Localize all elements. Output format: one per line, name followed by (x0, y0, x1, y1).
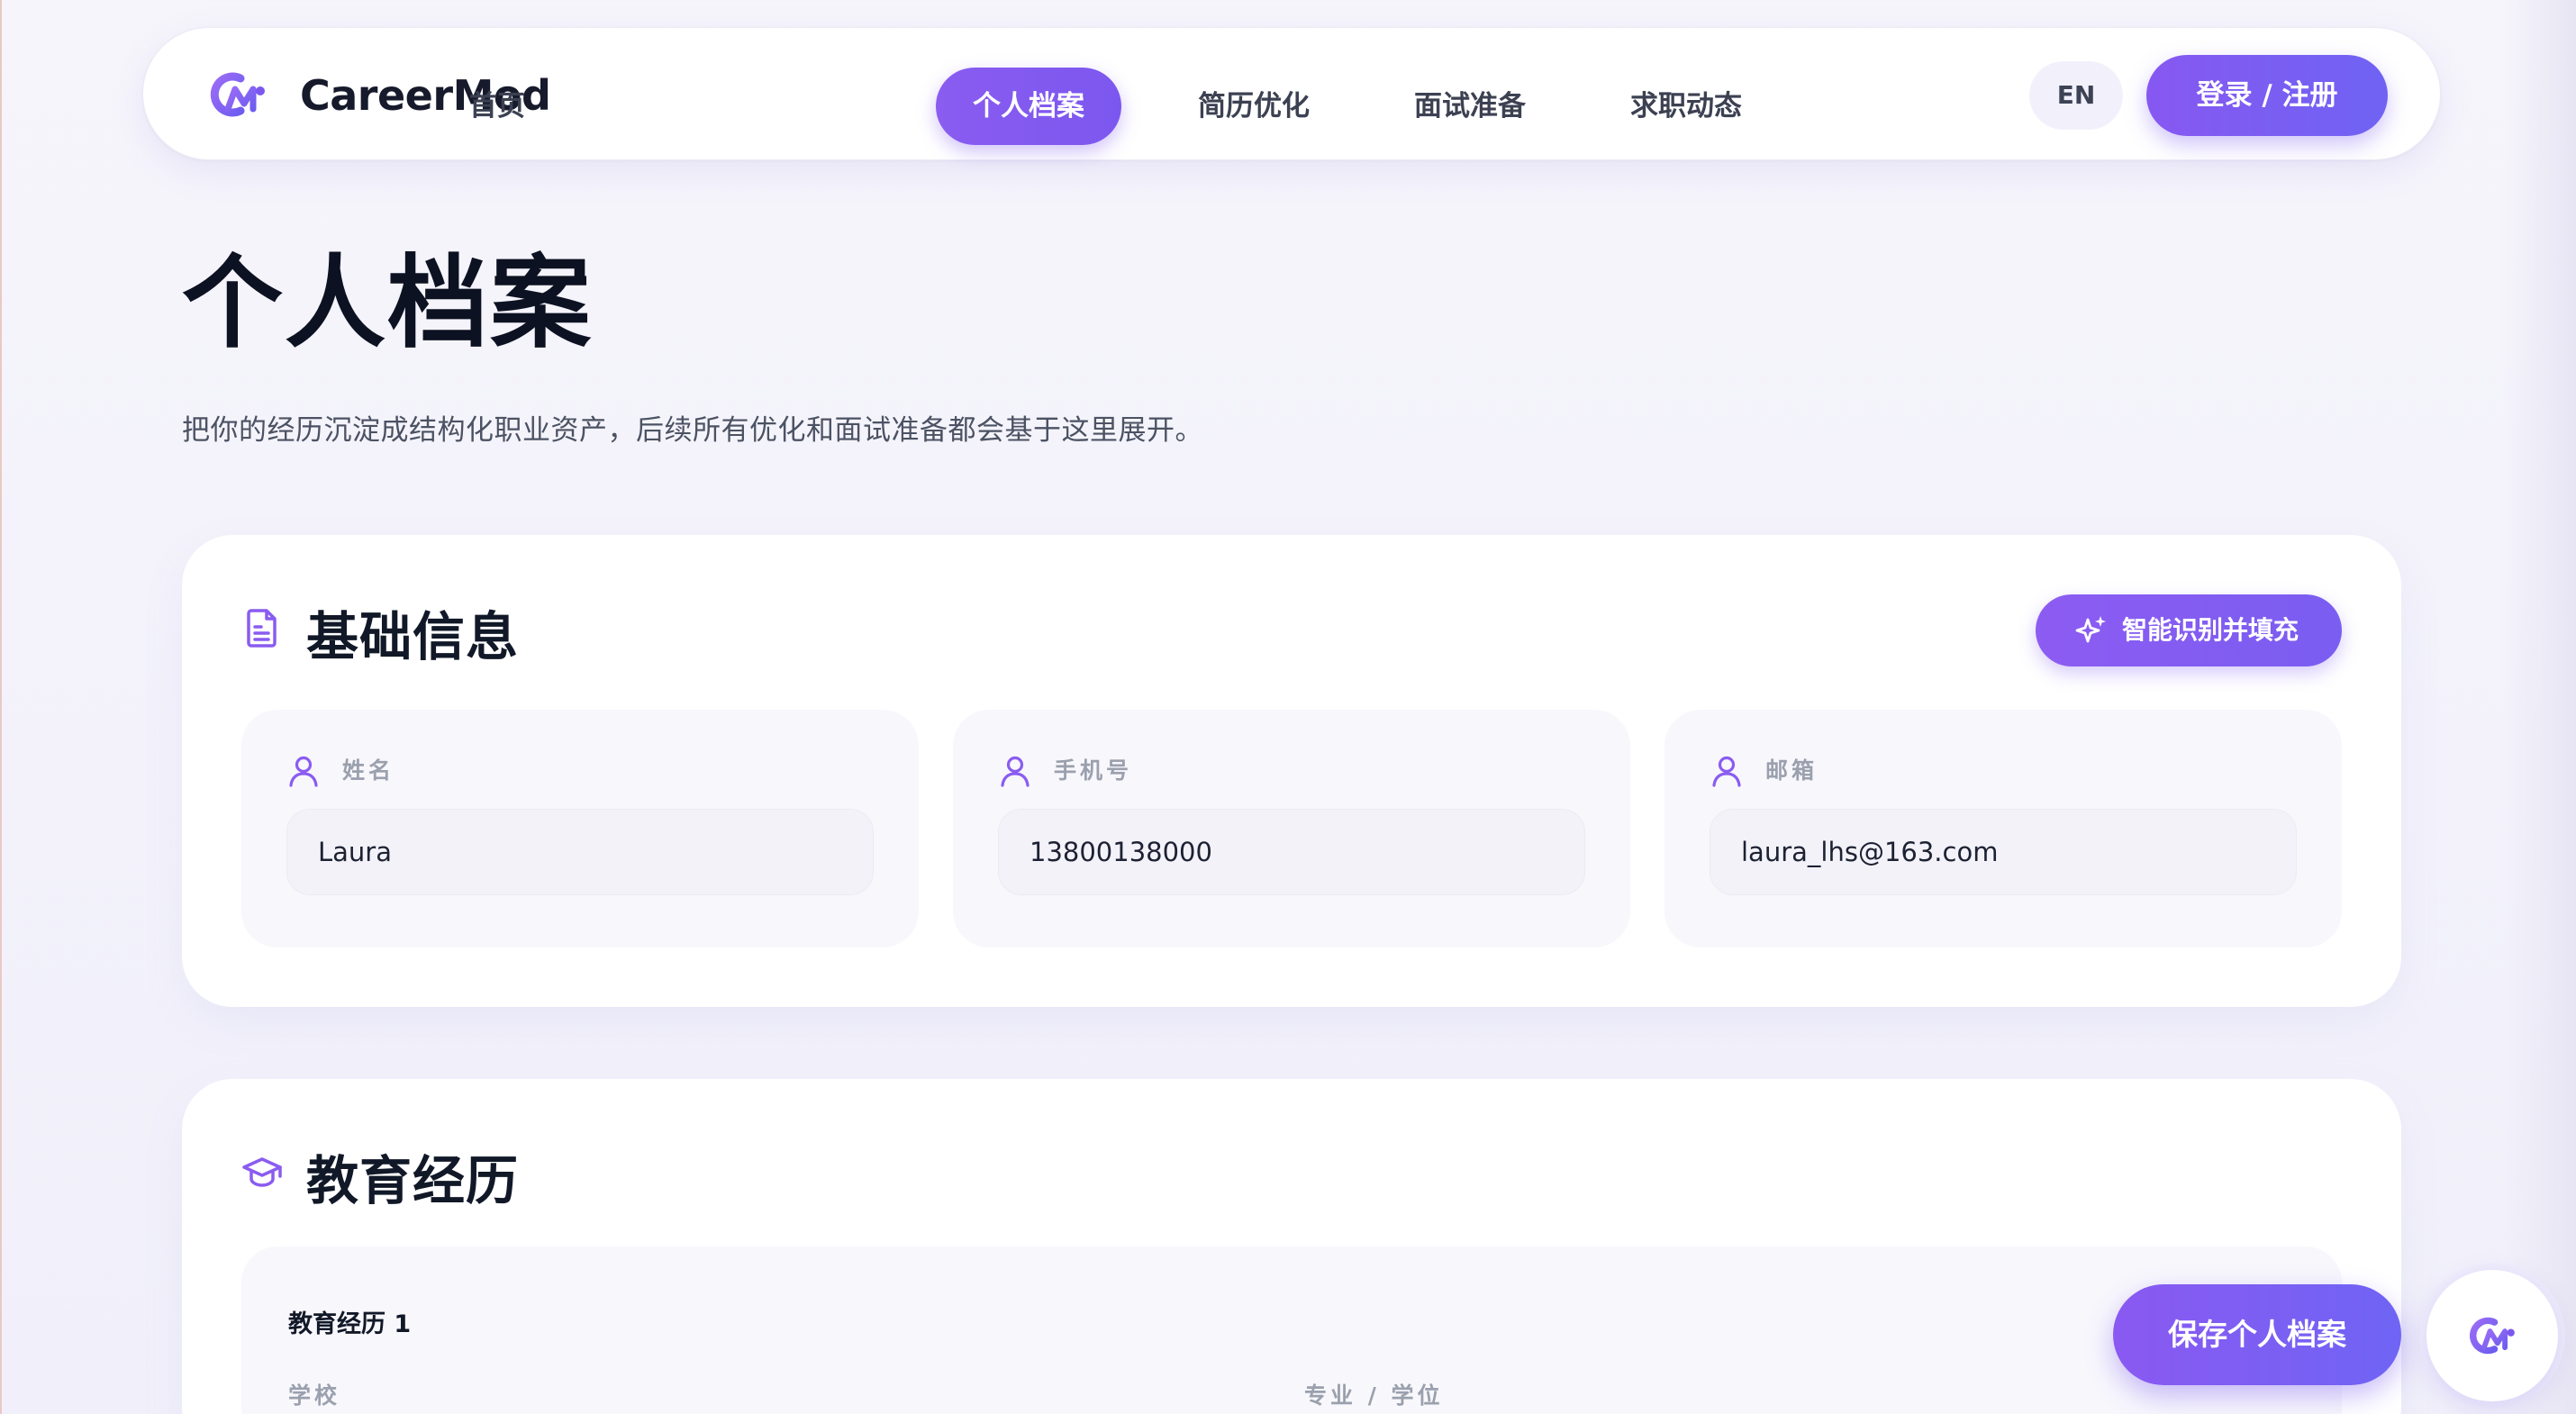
email-label: 邮箱 (1765, 757, 1819, 784)
nav-item-resume[interactable]: 简历优化 (1179, 68, 1329, 145)
name-field-group: 姓名 (241, 710, 919, 947)
name-input[interactable] (286, 809, 874, 895)
page-title: 个人档案 (182, 245, 593, 362)
email-input[interactable] (1710, 809, 2297, 895)
save-profile-button[interactable]: 保存个人档案 (2113, 1284, 2401, 1385)
major-degree-label: 专业 / 学位 (1304, 1382, 1444, 1409)
email-field-group: 邮箱 (1664, 710, 2342, 947)
page-subtitle: 把你的经历沉淀成结构化职业资产，后续所有优化和面试准备都会基于这里展开。 (182, 414, 1203, 447)
school-label: 学校 (288, 1382, 341, 1409)
graduation-cap-icon (241, 1151, 283, 1192)
assistant-logo-icon (2469, 1317, 2515, 1355)
user-icon (288, 755, 319, 787)
assistant-button[interactable] (2426, 1270, 2558, 1401)
ai-autofill-button[interactable]: 智能识别并填充 (2036, 594, 2342, 666)
basic-info-title: 基础信息 (306, 606, 520, 667)
careermod-logo-icon[interactable] (206, 68, 269, 122)
login-register-button[interactable]: 登录 / 注册 (2146, 55, 2388, 136)
user-icon (1000, 755, 1030, 787)
basic-info-card: 基础信息 智能识别并填充 姓名 手机号 (182, 535, 2401, 1007)
sparkle-icon (2075, 614, 2108, 647)
nav-item-interview[interactable]: 面试准备 (1393, 68, 1547, 145)
window-edge (0, 0, 2, 1414)
nav-item-profile[interactable]: 个人档案 (936, 68, 1121, 145)
phone-label: 手机号 (1054, 757, 1133, 784)
nav-item-home[interactable]: 首页 (430, 68, 565, 145)
education-card: 教育经历 教育经历 1 学校 专业 / 学位 (182, 1079, 2401, 1414)
phone-field-group: 手机号 (953, 710, 1630, 947)
user-icon (1711, 755, 1742, 787)
nav-item-news[interactable]: 求职动态 (1610, 68, 1763, 145)
name-label: 姓名 (342, 757, 395, 784)
education-item: 教育经历 1 学校 专业 / 学位 (241, 1246, 2342, 1414)
phone-input[interactable] (998, 809, 1585, 895)
window-shade (2504, 0, 2576, 1414)
language-toggle-button[interactable]: EN (2029, 61, 2123, 130)
ai-autofill-label: 智能识别并填充 (2122, 615, 2299, 645)
education-title: 教育经历 (306, 1150, 520, 1211)
document-icon (241, 607, 283, 648)
top-navbar: CareerMod 首页 个人档案 简历优化 面试准备 求职动态 EN 登录 /… (142, 27, 2441, 160)
education-item-title: 教育经历 1 (288, 1310, 412, 1338)
